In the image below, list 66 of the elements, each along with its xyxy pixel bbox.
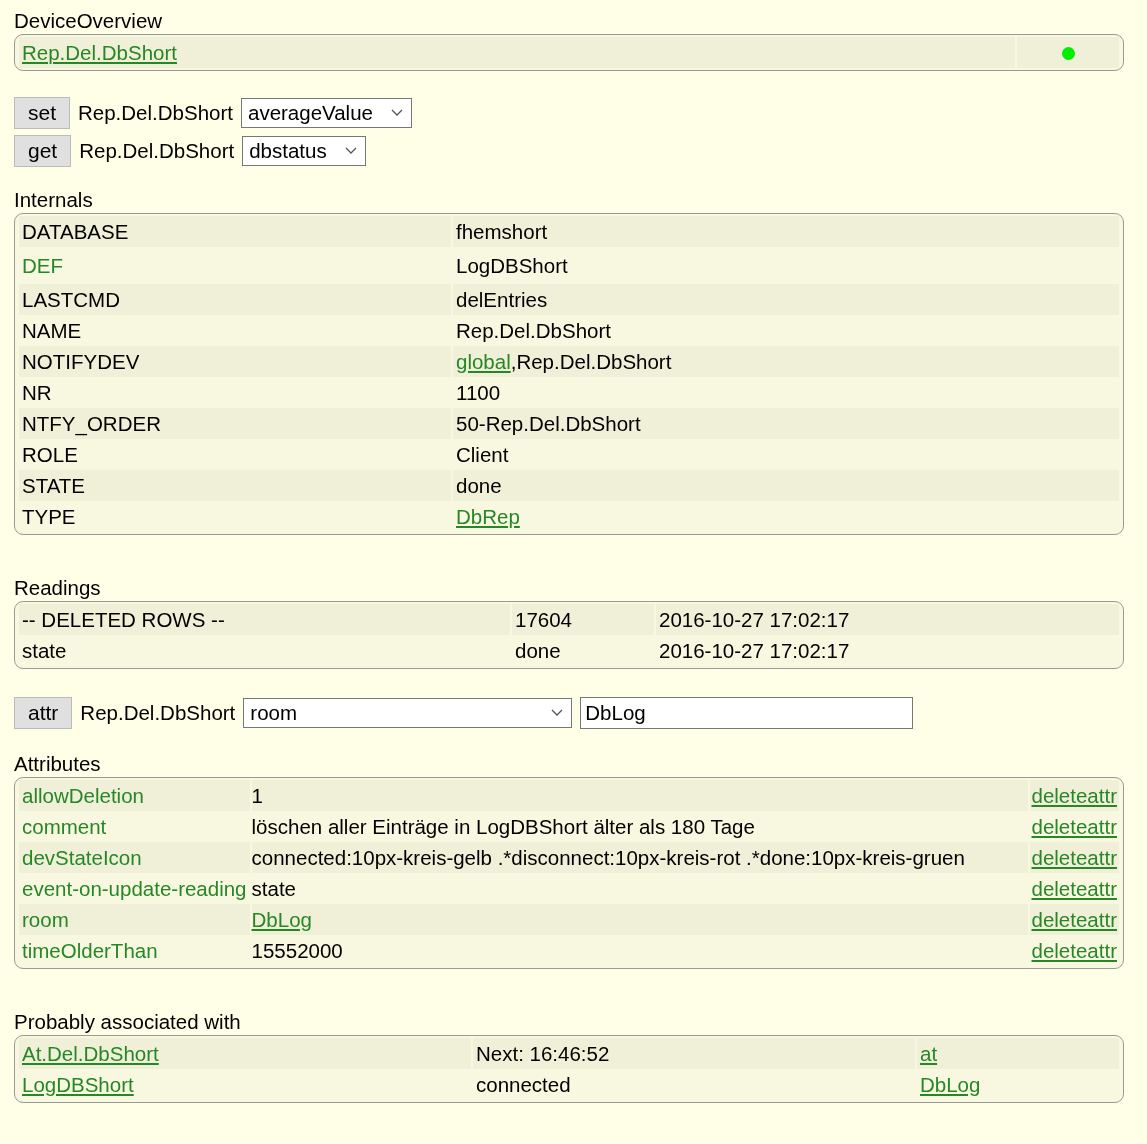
value-link[interactable]: global	[456, 349, 511, 373]
internal-value: Client	[456, 442, 509, 466]
reading-value: done	[515, 638, 561, 662]
command-button[interactable]: get	[14, 135, 72, 167]
delete-attribute-link[interactable]: deleteattr	[1031, 876, 1117, 900]
command-dropdown[interactable]: averageValue	[241, 98, 412, 128]
device-link[interactable]: LogDBShort	[22, 1072, 134, 1096]
internal-value: LogDBShort	[456, 253, 568, 277]
device-state: connected	[476, 1072, 571, 1096]
attribute-name: event-on-update-reading	[22, 876, 247, 900]
internal-value: 1100	[456, 380, 501, 404]
section-title: Readings	[14, 575, 101, 601]
attribute-value: 15552000	[251, 938, 343, 962]
reading-name: state	[22, 638, 67, 662]
attribute-dropdown[interactable]: room	[243, 698, 573, 728]
reading-time: 2016-10-27 17:02:17	[659, 638, 850, 662]
section-title: DeviceOverview	[14, 8, 163, 34]
attribute-value: state	[251, 876, 296, 900]
internal-value: Rep.Del.DbShort	[456, 318, 611, 342]
device-type-link[interactable]: DbLog	[920, 1072, 981, 1096]
caret-icon	[551, 709, 564, 717]
internal-value: 50-Rep.Del.DbShort	[456, 411, 641, 435]
attr-button[interactable]: attr	[14, 697, 73, 729]
delete-attribute-link[interactable]: deleteattr	[1031, 938, 1117, 962]
reading-value: 17604	[515, 607, 572, 631]
reading-name: -- DELETED ROWS --	[22, 607, 225, 631]
internal-value: done	[456, 473, 502, 497]
section-title: Probably associated with	[14, 1009, 241, 1035]
internal-key: DEF	[22, 253, 63, 277]
value-link[interactable]: DbLog	[251, 907, 312, 931]
device-state: Next: 16:46:52	[476, 1041, 610, 1065]
internal-key: NTFY_ORDER	[22, 411, 161, 435]
attribute-value: connected:10px-kreis-gelb .*disconnect:10px-kreis-rot .*done:10px-kreis-gruen	[251, 845, 965, 869]
delete-attribute-link[interactable]: deleteattr	[1031, 814, 1117, 838]
attribute-name: allowDeletion	[22, 783, 144, 807]
attribute-value-field[interactable]: DbLog	[580, 697, 914, 729]
internal-key: LASTCMD	[22, 287, 120, 311]
internal-key: TYPE	[22, 504, 76, 528]
device-name: Rep.Del.DbShort	[78, 101, 233, 125]
caret-icon	[391, 109, 403, 117]
internal-key: NOTIFYDEV	[22, 349, 140, 373]
attribute-name: devStateIcon	[22, 845, 142, 869]
section-title: Attributes	[14, 751, 101, 777]
device-link[interactable]: Rep.Del.DbShort	[22, 40, 177, 64]
reading-time: 2016-10-27 17:02:17	[659, 607, 850, 631]
internal-key: STATE	[22, 473, 86, 497]
internal-value: delEntries	[456, 287, 548, 311]
device-type-link[interactable]: at	[920, 1041, 938, 1065]
value-link[interactable]: DbRep	[456, 504, 520, 528]
section-title: Internals	[14, 187, 93, 213]
internal-value: fhemshort	[456, 219, 548, 243]
attribute-name: timeOlderThan	[22, 938, 158, 962]
internal-key: DATABASE	[22, 219, 129, 243]
device-name: Rep.Del.DbShort	[79, 139, 235, 163]
internal-key: NR	[22, 380, 52, 404]
attribute-name: comment	[22, 814, 107, 838]
attribute-value: 1	[251, 783, 263, 807]
caret-icon	[344, 147, 357, 155]
attribute-value: löschen aller Einträge in LogDBShort älter als 180 Tage	[251, 814, 755, 838]
command-button[interactable]: set	[14, 97, 70, 129]
internal-key: NAME	[22, 318, 82, 342]
internal-value: ,Rep.Del.DbShort	[510, 349, 672, 373]
command-dropdown[interactable]: dbstatus	[242, 136, 366, 166]
internal-key: ROLE	[22, 442, 78, 466]
attribute-name: room	[22, 907, 69, 931]
device-name: Rep.Del.DbShort	[80, 701, 236, 725]
